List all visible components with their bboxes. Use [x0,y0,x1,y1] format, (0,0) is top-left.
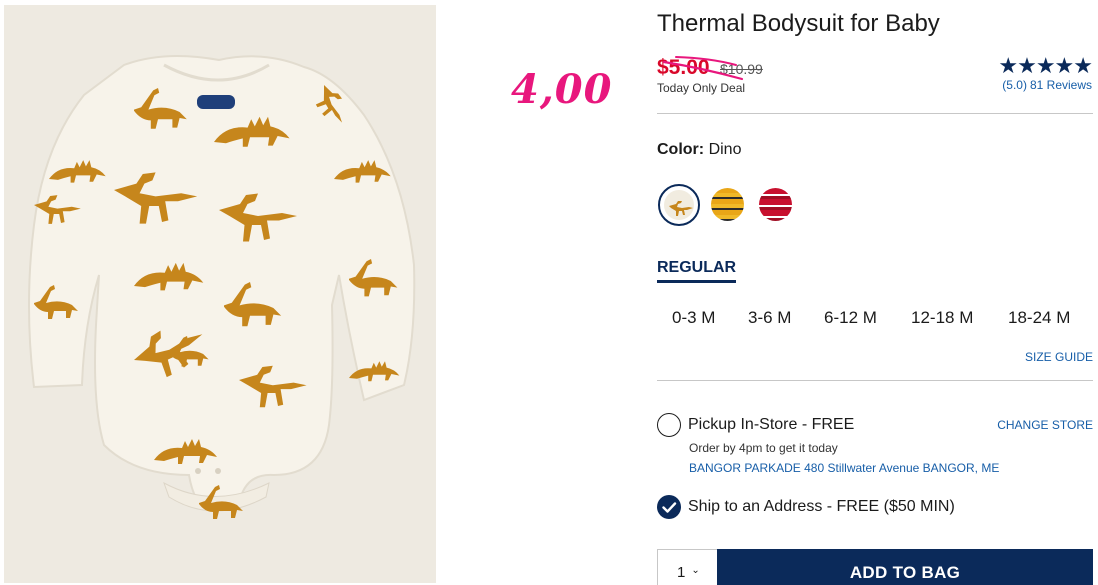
reviews-link[interactable]: (5.0) 81 Reviews [998,78,1092,92]
rating-score: (5.0) [1002,78,1027,92]
pickup-label: Pickup In-Store - FREE [688,416,855,433]
add-to-bag-button[interactable]: ADD TO BAG [717,549,1093,585]
change-store-link[interactable]: CHANGE STORE [997,418,1093,432]
swatch-yellow-stripe[interactable] [711,188,744,221]
deal-note: Today Only Deal [657,81,746,95]
product-title: Thermal Bodysuit for Baby [657,10,940,37]
swatch-red-stripe[interactable] [759,188,792,221]
handwritten-price-note: 4,00 [511,66,613,113]
divider [657,113,1093,114]
divider [657,380,1093,381]
quantity-value: 1 [677,564,686,581]
dino-icon [669,201,693,216]
rating-summary[interactable]: ★★★★★ (5.0) 81 Reviews [998,53,1093,93]
color-selected-value: Dino [708,141,742,158]
handwritten-strikethrough [662,56,744,81]
size-option[interactable]: 18-24 M [1008,308,1070,328]
checkmark-icon [662,502,677,513]
pickup-note: Order by 4pm to get it today [689,441,838,455]
swatch-dino[interactable] [658,184,700,226]
color-label: Color: Dino [657,141,741,159]
size-option[interactable]: 6-12 M [824,308,877,328]
tab-regular[interactable]: REGULAR [657,259,737,283]
bodysuit-illustration [4,5,436,583]
size-guide-link[interactable]: SIZE GUIDE [1025,350,1093,364]
quantity-select[interactable]: 1 ⌄ [657,549,718,585]
product-image[interactable] [4,5,436,583]
pickup-radio[interactable] [657,413,681,437]
ship-radio-checked[interactable] [657,495,681,519]
chevron-down-icon: ⌄ [691,565,700,576]
reviews-count: 81 Reviews [1029,78,1092,92]
size-option[interactable]: 3-6 M [748,308,791,328]
color-label-title: Color: [657,141,705,158]
store-address-link[interactable]: BANGOR PARKADE 480 Stillwater Avenue BAN… [689,461,999,475]
ship-label: Ship to an Address - FREE ($50 MIN) [688,498,955,515]
size-option[interactable]: 0-3 M [672,308,715,328]
size-option[interactable]: 12-18 M [911,308,973,328]
price-block: $5.00 $10.99 Today Only Deal [657,56,957,106]
star-rating-icon: ★★★★★ [998,53,1093,78]
